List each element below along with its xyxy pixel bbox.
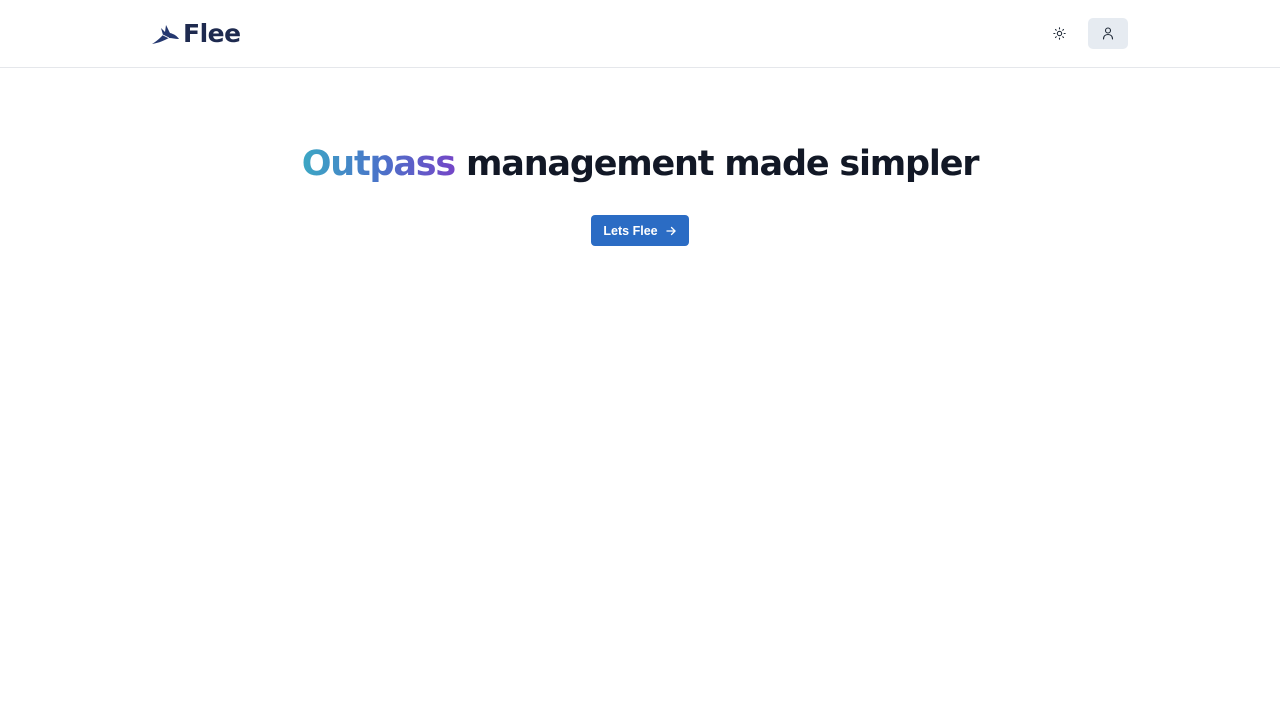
- theme-toggle-button[interactable]: [1045, 19, 1074, 48]
- user-icon: [1102, 27, 1114, 40]
- lets-flee-button[interactable]: Lets Flee: [591, 215, 689, 246]
- brand-home-link[interactable]: Flee: [151, 17, 241, 51]
- brand-name: Flee: [183, 19, 241, 48]
- top-navbar: Flee: [0, 0, 1280, 68]
- bird-logo-icon: [152, 25, 179, 44]
- hero-title-highlight: Outpass: [301, 144, 457, 184]
- hero-title-rest: management made simpler: [466, 144, 979, 184]
- hero-title: Outpass management made simpler: [0, 140, 1280, 188]
- lets-flee-button-label: Lets Flee: [603, 223, 658, 238]
- sun-icon: [1053, 27, 1066, 40]
- arrow-right-icon: [665, 226, 676, 235]
- profile-button[interactable]: [1088, 18, 1128, 49]
